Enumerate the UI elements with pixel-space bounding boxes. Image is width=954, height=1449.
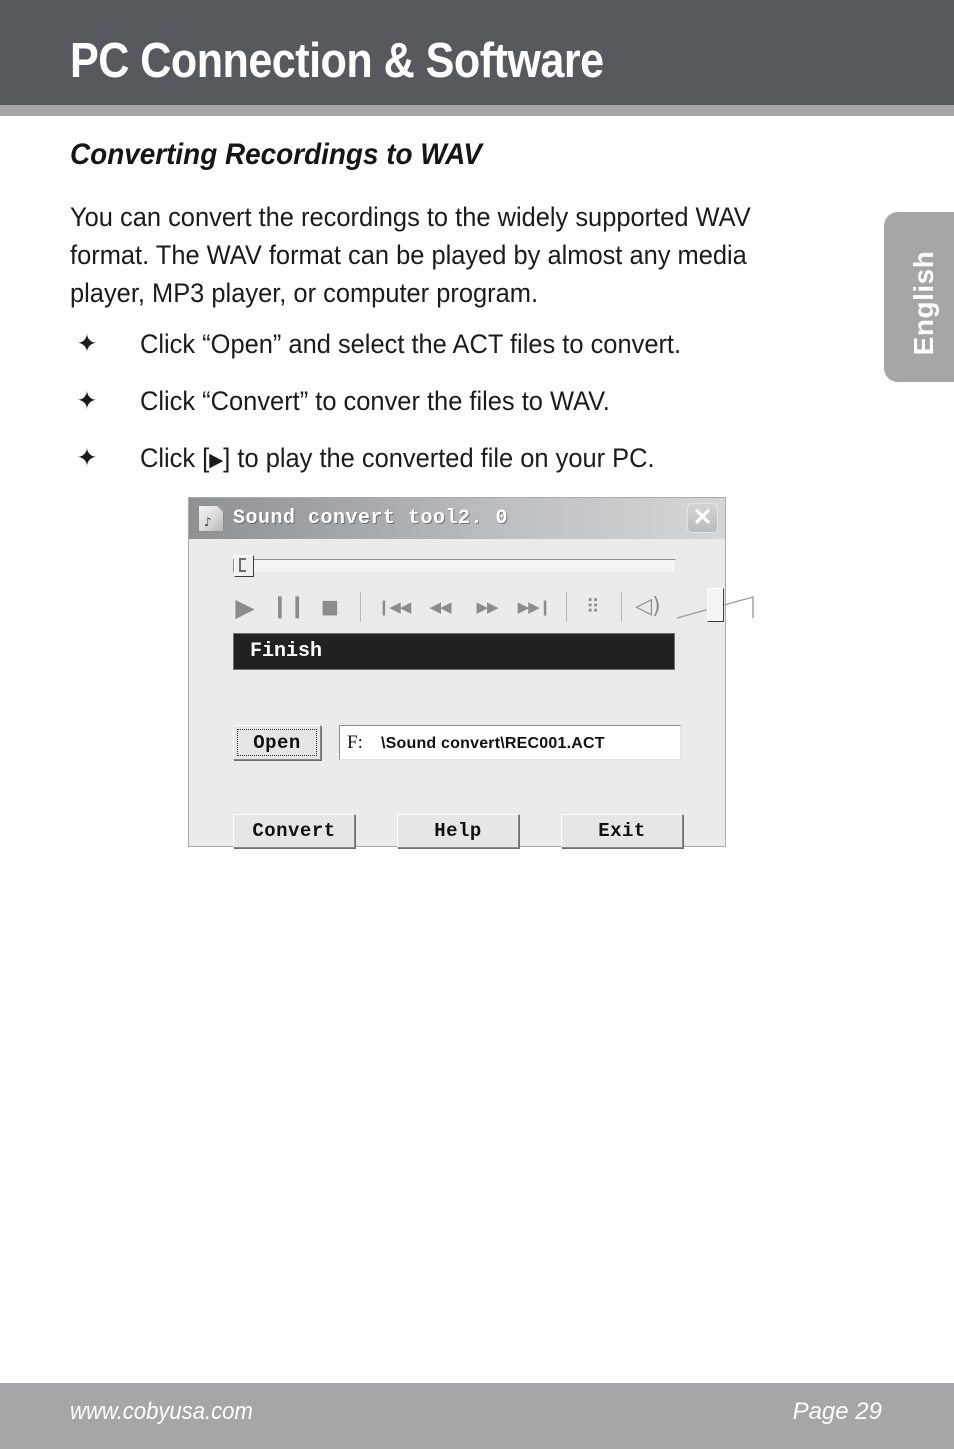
open-button[interactable]: Open xyxy=(233,725,321,760)
seek-slider[interactable] xyxy=(233,555,676,577)
header-divider xyxy=(0,105,954,116)
window-body: ▶ ❙❙ ■ ❙◀◀ ◀◀ ▶▶ ▶▶❙ ⠿ ◁) Finish Open F:… xyxy=(189,539,754,848)
list-item: ✦ Click [▶] to play the converted file o… xyxy=(70,442,870,499)
section-heading: Converting Recordings to WAV xyxy=(70,138,482,171)
exit-button[interactable]: Exit xyxy=(561,814,683,848)
previous-track-button[interactable]: ❙◀◀ xyxy=(377,589,412,625)
close-icon[interactable]: ✕ xyxy=(687,503,718,533)
toolbar-separator xyxy=(360,592,361,622)
list-item: ✦ Click “Open” and select the ACT files … xyxy=(70,328,870,385)
list-item-label: Click “Convert” to conver the files to W… xyxy=(140,386,610,416)
volume-slider-thumb[interactable] xyxy=(707,588,724,622)
page-title: PC Connection & Software xyxy=(70,34,604,88)
star-bullet-icon: ✦ xyxy=(76,444,98,472)
window-title: Sound convert tool2. 0 xyxy=(233,507,509,530)
mute-button[interactable]: ◁) xyxy=(633,589,663,625)
footer-website-url[interactable]: www.cobyusa.com xyxy=(70,1397,253,1427)
rewind-button[interactable]: ◀◀ xyxy=(425,589,455,625)
list-item: ✦ Click “Convert” to conver the files to… xyxy=(70,385,870,442)
fast-forward-button[interactable]: ▶▶ xyxy=(472,589,502,625)
file-path-value: \Sound convert\REC001.ACT xyxy=(381,735,605,752)
star-bullet-icon: ✦ xyxy=(76,330,98,358)
list-item-label: Click [▶] to play the converted file on … xyxy=(140,442,655,477)
convert-button[interactable]: Convert xyxy=(233,814,355,848)
footer-page-number: Page 29 xyxy=(792,1398,882,1425)
list-item-text-pre: Click [ xyxy=(140,443,210,473)
status-display: Finish xyxy=(233,633,675,670)
help-button[interactable]: Help xyxy=(397,814,519,848)
next-track-button[interactable]: ▶▶❙ xyxy=(517,589,552,625)
equalizer-button[interactable]: ⠿ xyxy=(579,589,607,625)
language-tab-label: English xyxy=(908,250,939,356)
instruction-list: ✦ Click “Open” and select the ACT files … xyxy=(70,328,870,499)
toolbar-separator xyxy=(621,592,622,622)
sound-document-icon: ♪ xyxy=(198,505,224,532)
play-icon: ▶ xyxy=(209,450,224,471)
play-button[interactable]: ▶ xyxy=(229,589,261,625)
toolbar-separator xyxy=(566,592,567,622)
pause-button[interactable]: ❙❙ xyxy=(271,589,307,625)
star-bullet-icon: ✦ xyxy=(76,387,98,415)
intro-paragraph: You can convert the recordings to the wi… xyxy=(70,202,751,308)
language-tab-english[interactable]: English xyxy=(884,212,954,382)
music-note-glyph: ♪ xyxy=(204,515,212,529)
seek-slider-thumb[interactable] xyxy=(234,555,254,577)
status-text: Finish xyxy=(250,640,323,663)
sound-convert-tool-window: ♪ Sound convert tool2. 0 ✕ ▶ ❙❙ ■ ❙◀◀ ◀◀… xyxy=(188,497,754,848)
file-path-drive: F: xyxy=(347,732,363,753)
file-path-input[interactable]: F: \Sound convert\REC001.ACT xyxy=(339,725,681,760)
volume-slider[interactable] xyxy=(675,588,755,622)
stop-button[interactable]: ■ xyxy=(315,589,345,625)
window-titlebar: ♪ Sound convert tool2. 0 ✕ xyxy=(189,498,725,539)
page-header-bar: PC Connection & Software xyxy=(0,0,954,105)
list-item-label: Click “Open” and select the ACT files to… xyxy=(140,329,682,359)
focus-ring xyxy=(237,729,317,756)
page-footer-bar: www.cobyusa.com Page 29 xyxy=(0,1383,954,1449)
transport-toolbar: ▶ ❙❙ ■ ❙◀◀ ◀◀ ▶▶ ▶▶❙ ⠿ ◁) xyxy=(229,588,754,625)
list-item-text-post: ] to play the converted file on your PC. xyxy=(223,443,655,473)
seek-slider-track xyxy=(233,559,676,573)
